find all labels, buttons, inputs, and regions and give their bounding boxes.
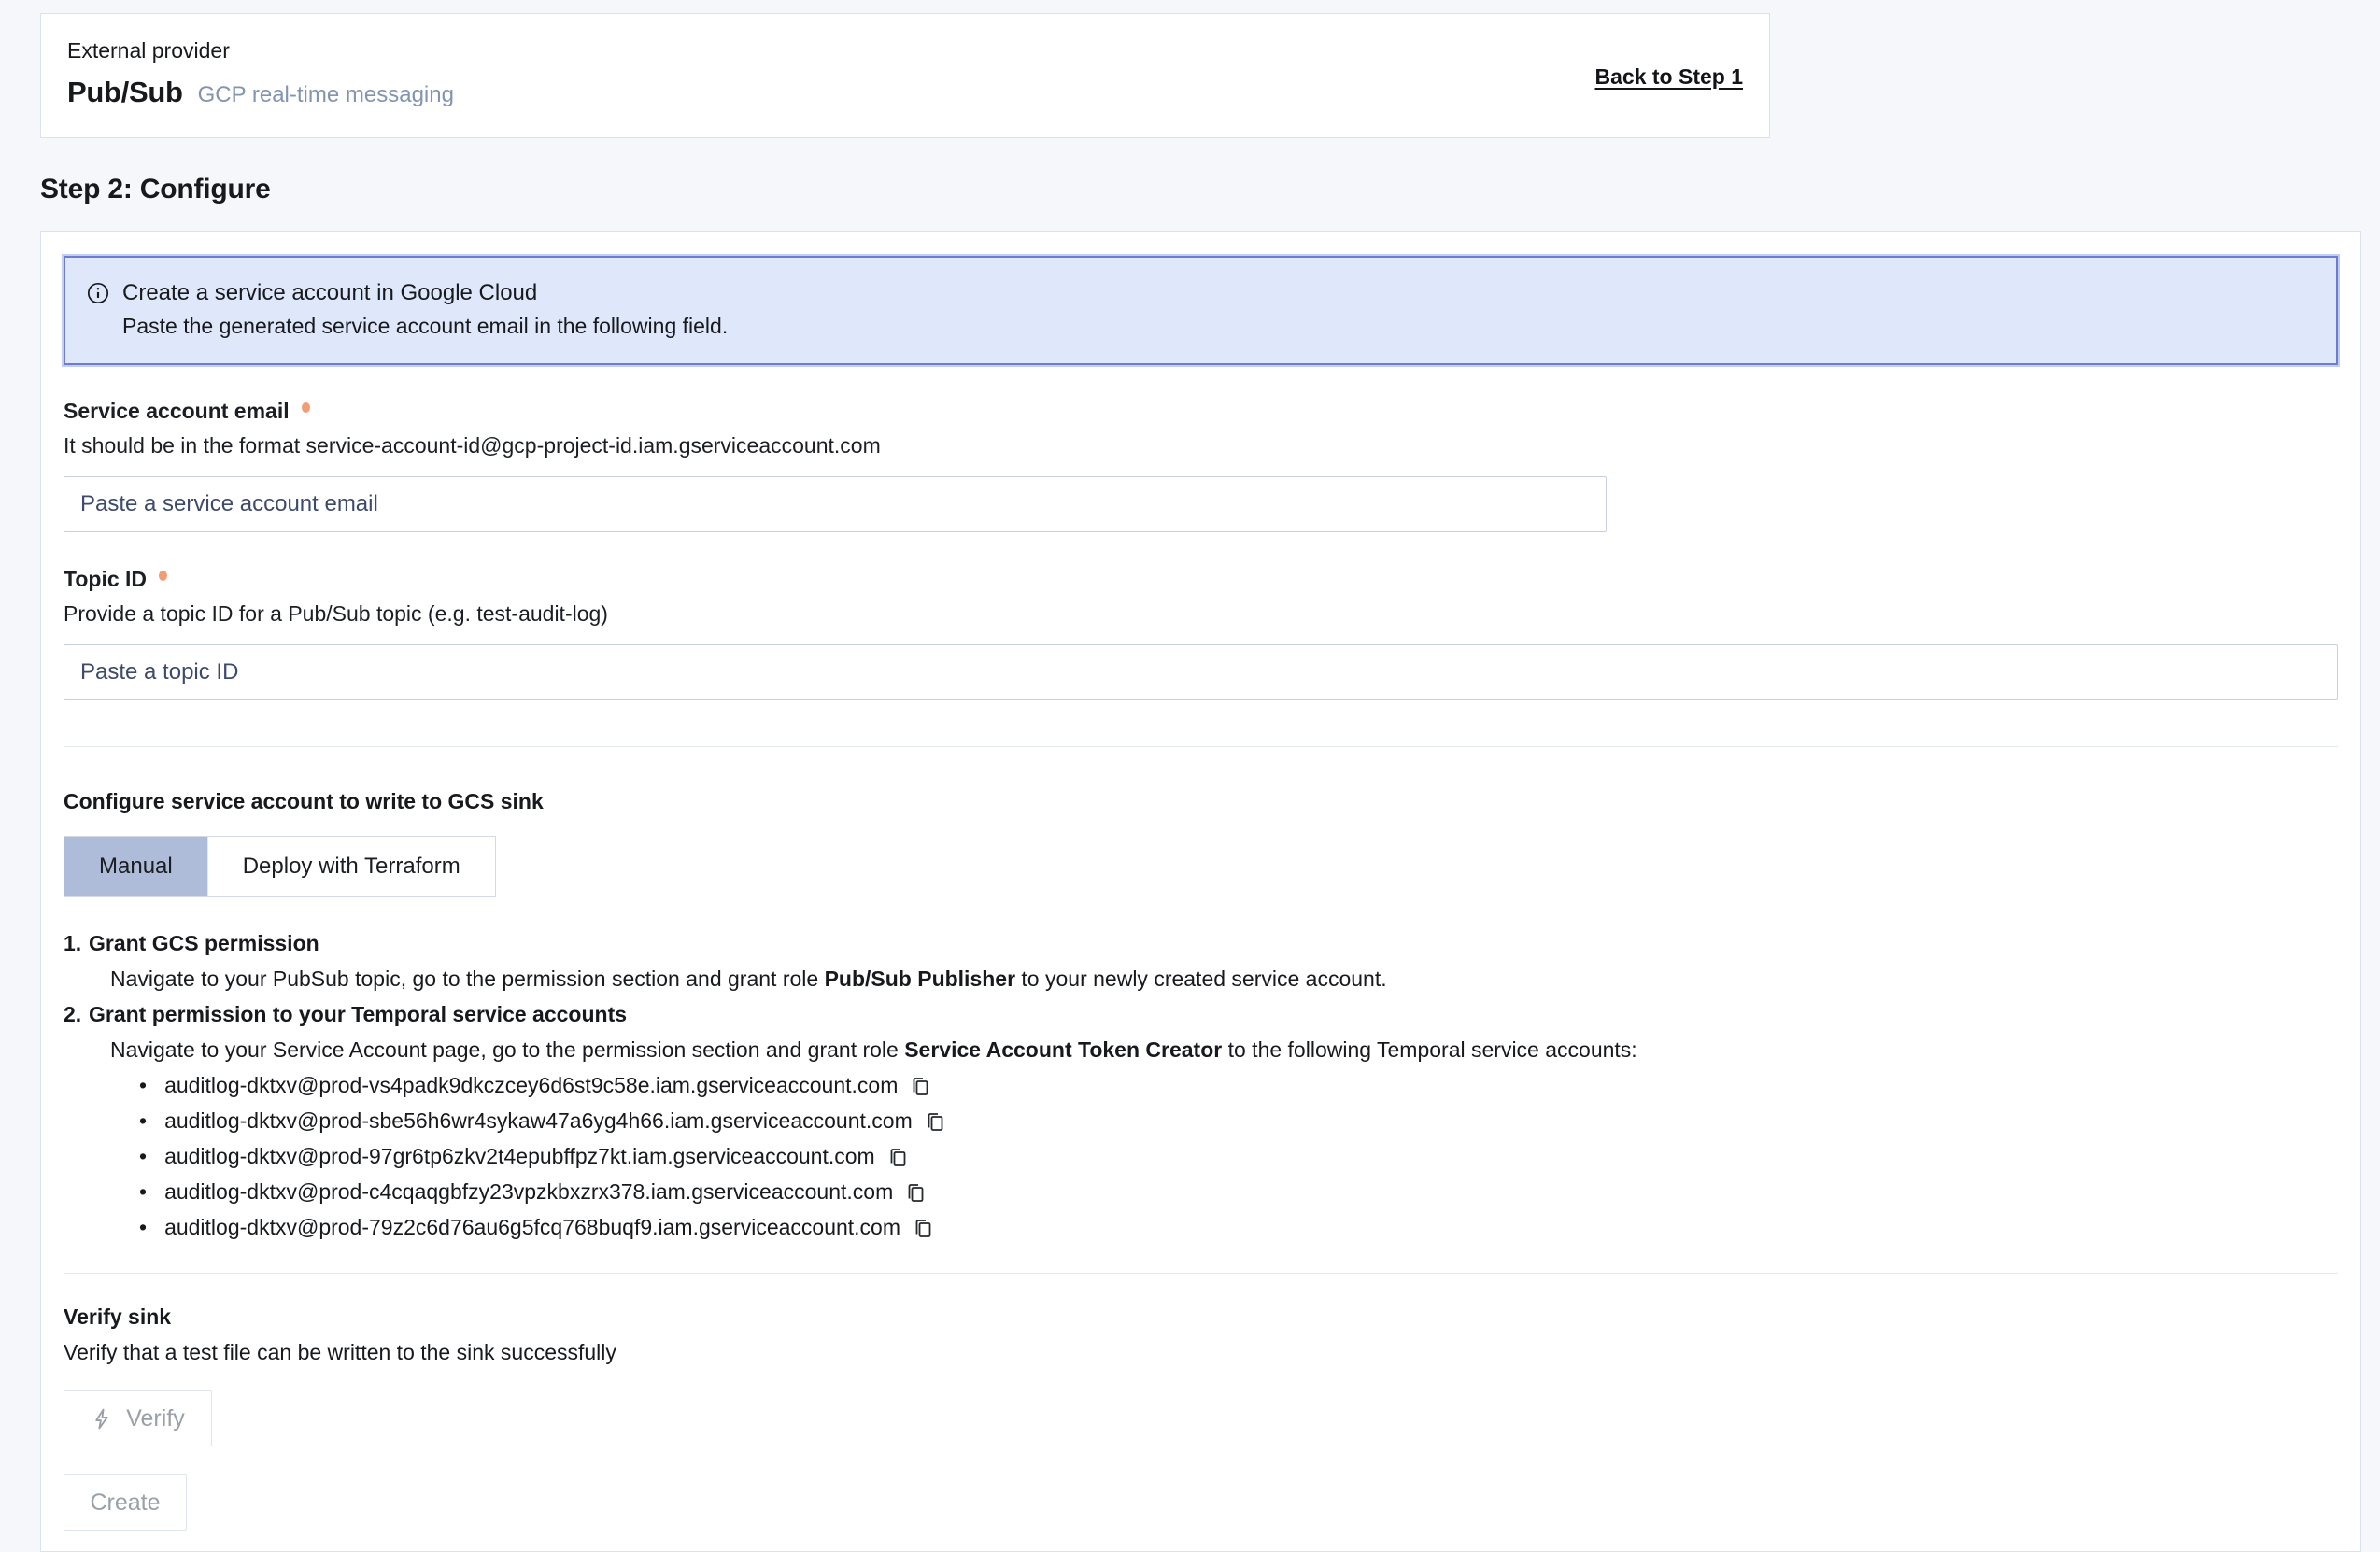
copy-icon (904, 1182, 927, 1205)
info-banner: Create a service account in Google Cloud… (64, 256, 2338, 365)
step-title: Grant GCS permission (89, 925, 319, 961)
sink-config-tabs: Manual Deploy with Terraform (64, 836, 496, 897)
create-button[interactable]: Create (64, 1474, 187, 1531)
lightning-bolt-icon (91, 1407, 114, 1431)
copy-icon (924, 1111, 946, 1134)
role-name: Pub/Sub Publisher (825, 966, 1015, 991)
page-title: Step 2: Configure (40, 174, 2380, 205)
topic-id-input[interactable] (64, 644, 2338, 700)
step-desc-prefix: Navigate to your PubSub topic, go to the… (110, 966, 825, 991)
service-account-email: auditlog-dktxv@prod-sbe56h6wr4sykaw47a6y… (164, 1103, 913, 1138)
step-desc-suffix: to the following Temporal service accoun… (1222, 1037, 1636, 1062)
step-description: Navigate to your Service Account page, g… (89, 1032, 2338, 1067)
step-title-row: 1. Grant GCS permission (89, 925, 2338, 961)
info-banner-title: Create a service account in Google Cloud (122, 280, 537, 306)
service-account-email: auditlog-dktxv@prod-79z2c6d76au6g5fcq768… (164, 1209, 900, 1245)
verify-sink-description: Verify that a test file can be written t… (64, 1340, 2338, 1365)
temporal-service-accounts-list: auditlog-dktxv@prod-vs4padk9dkczcey6d6st… (89, 1067, 2338, 1245)
step-desc-suffix: to your newly created service account. (1015, 966, 1387, 991)
provider-info: External provider Pub/Sub GCP real-time … (67, 38, 454, 109)
tab-deploy-with-terraform[interactable]: Deploy with Terraform (207, 837, 495, 896)
service-account-email: auditlog-dktxv@prod-c4cqaqgbfzy23vpzkbxz… (164, 1174, 893, 1209)
manual-steps-list: 1. Grant GCS permission Navigate to your… (64, 925, 2338, 1245)
copy-button[interactable] (904, 1182, 927, 1205)
service-account-email-label: Service account email (64, 399, 2338, 424)
step-title: Grant permission to your Temporal servic… (89, 996, 627, 1032)
info-icon (86, 281, 110, 305)
section-divider (64, 1273, 2338, 1274)
sink-section-heading: Configure service account to write to GC… (64, 789, 2338, 814)
step-desc-prefix: Navigate to your Service Account page, g… (110, 1037, 904, 1062)
step-grant-gcs-permission: 1. Grant GCS permission Navigate to your… (89, 925, 2338, 996)
copy-icon (909, 1076, 931, 1098)
info-banner-title-row: Create a service account in Google Cloud (86, 280, 2316, 306)
provider-card: External provider Pub/Sub GCP real-time … (40, 13, 1770, 138)
service-account-item: auditlog-dktxv@prod-c4cqaqgbfzy23vpzkbxz… (157, 1174, 2338, 1209)
copy-button[interactable] (909, 1076, 931, 1098)
service-account-item: auditlog-dktxv@prod-79z2c6d76au6g5fcq768… (157, 1209, 2338, 1245)
service-account-email: auditlog-dktxv@prod-97gr6tp6zkv2t4epubff… (164, 1138, 875, 1174)
service-account-email: auditlog-dktxv@prod-vs4padk9dkczcey6d6st… (164, 1067, 898, 1103)
copy-button[interactable] (886, 1147, 909, 1169)
verify-button-label: Verify (126, 1405, 185, 1432)
step-grant-temporal-permission: 2. Grant permission to your Temporal ser… (89, 996, 2338, 1245)
copy-icon (912, 1218, 934, 1240)
role-name: Service Account Token Creator (904, 1037, 1222, 1062)
copy-button[interactable] (912, 1218, 934, 1240)
verify-sink-heading: Verify sink (64, 1305, 2338, 1330)
required-dot (159, 571, 167, 581)
service-account-email-hint: It should be in the format service-accou… (64, 433, 2338, 459)
info-banner-description: Paste the generated service account emai… (86, 314, 2316, 339)
configure-card: Create a service account in Google Cloud… (40, 231, 2361, 1552)
create-button-label: Create (90, 1489, 160, 1517)
topic-id-hint: Provide a topic ID for a Pub/Sub topic (… (64, 601, 2338, 627)
service-account-item: auditlog-dktxv@prod-sbe56h6wr4sykaw47a6y… (157, 1103, 2338, 1138)
service-account-item: auditlog-dktxv@prod-vs4padk9dkczcey6d6st… (157, 1067, 2338, 1103)
topic-id-label-text: Topic ID (64, 567, 147, 591)
provider-title-row: Pub/Sub GCP real-time messaging (67, 76, 454, 109)
service-account-email-label-text: Service account email (64, 399, 290, 423)
verify-button[interactable]: Verify (64, 1390, 212, 1446)
provider-name: Pub/Sub (67, 76, 183, 109)
section-divider (64, 746, 2338, 747)
service-account-item: auditlog-dktxv@prod-97gr6tp6zkv2t4epubff… (157, 1138, 2338, 1174)
step-title-row: 2. Grant permission to your Temporal ser… (89, 996, 2338, 1032)
tab-manual[interactable]: Manual (64, 837, 207, 896)
required-dot (302, 402, 310, 413)
step-description: Navigate to your PubSub topic, go to the… (89, 961, 2338, 996)
service-account-email-input[interactable] (64, 476, 1607, 532)
provider-subtitle: GCP real-time messaging (198, 82, 454, 108)
page: External provider Pub/Sub GCP real-time … (0, 0, 2380, 1552)
back-to-step-1-link[interactable]: Back to Step 1 (1595, 64, 1744, 90)
copy-button[interactable] (924, 1111, 946, 1134)
provider-eyebrow: External provider (67, 38, 454, 63)
topic-id-label: Topic ID (64, 567, 2338, 592)
copy-icon (886, 1147, 909, 1169)
